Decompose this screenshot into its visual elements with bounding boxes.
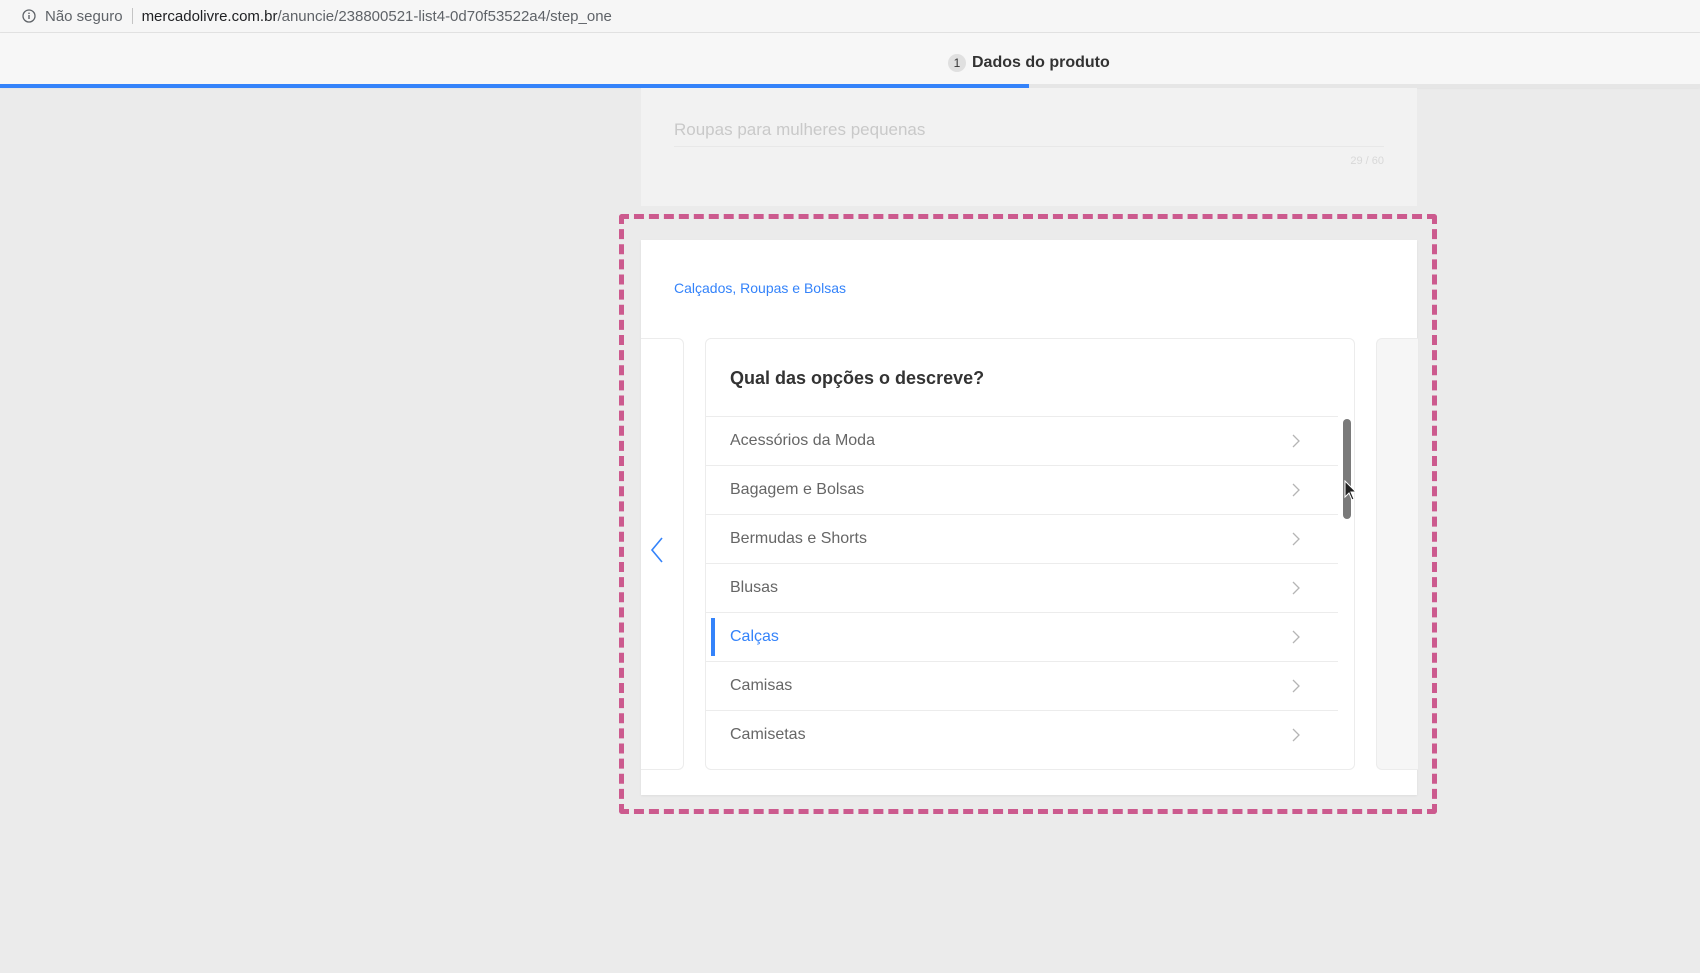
title-field-underline bbox=[674, 146, 1384, 147]
step-number-badge: 1 bbox=[948, 54, 966, 72]
url-text[interactable]: mercadolivre.com.br/anuncie/238800521-li… bbox=[142, 8, 612, 25]
step-label: Dados do produto bbox=[972, 54, 1110, 71]
mouse-cursor-icon bbox=[1344, 480, 1358, 501]
browser-address-bar[interactable]: Não seguro mercadolivre.com.br/anuncie/2… bbox=[0, 0, 1700, 33]
character-counter: 29 / 60 bbox=[1350, 155, 1384, 167]
steps-header: 1 Dados do produto bbox=[0, 33, 1700, 87]
url-path: /anuncie/238800521-list4-0d70f53522a4/st… bbox=[277, 7, 612, 25]
highlight-annotation-frame bbox=[619, 214, 1437, 814]
current-step: 1 Dados do produto bbox=[948, 54, 1110, 72]
url-host: mercadolivre.com.br bbox=[141, 7, 278, 25]
info-icon[interactable] bbox=[22, 9, 36, 23]
product-title-value[interactable]: Roupas para mulheres pequenas bbox=[674, 120, 925, 140]
product-title-card: Roupas para mulheres pequenas 29 / 60 bbox=[641, 88, 1417, 206]
security-status[interactable]: Não seguro bbox=[45, 8, 123, 25]
address-divider bbox=[131, 8, 133, 24]
